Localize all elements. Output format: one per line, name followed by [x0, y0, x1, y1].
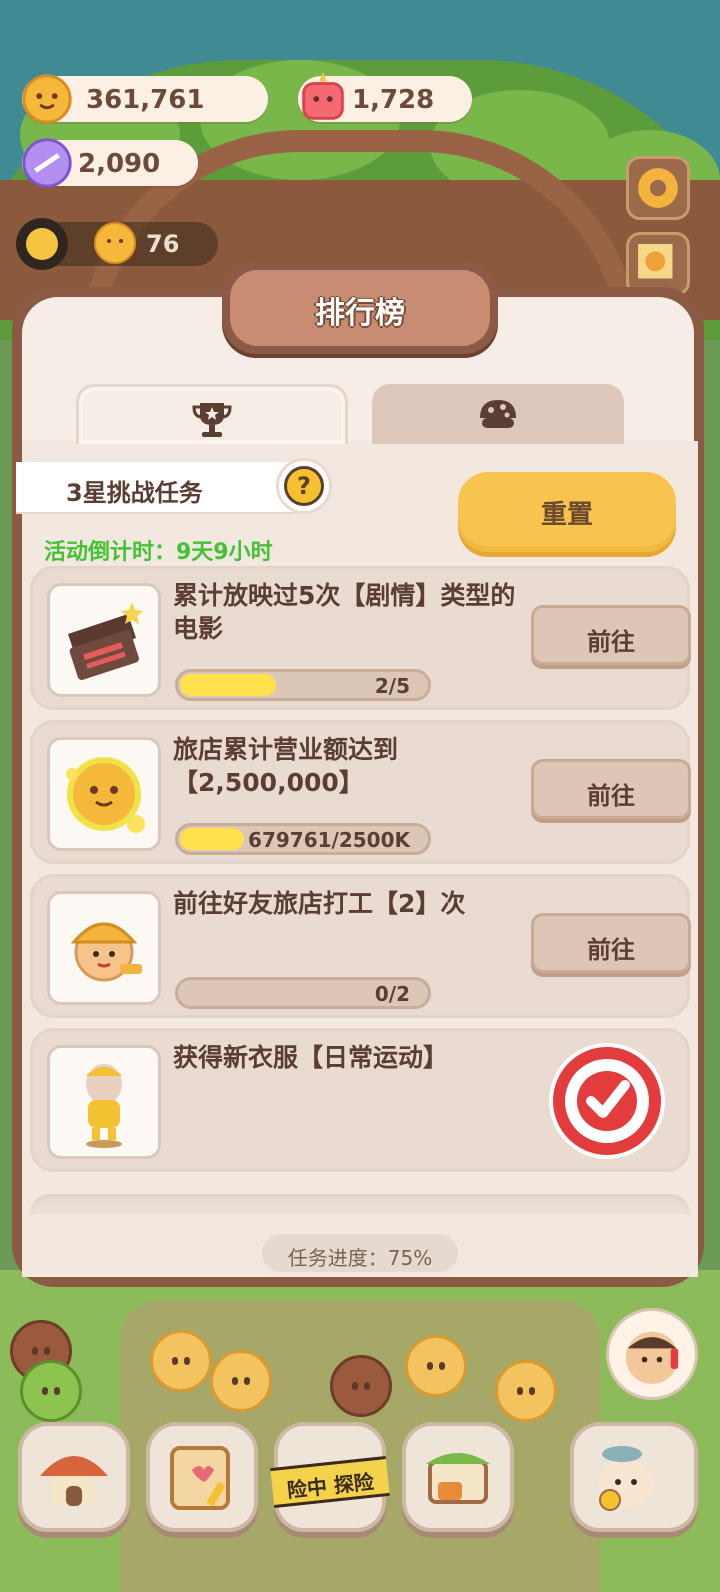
- cookie-icon: [480, 400, 516, 428]
- go-button[interactable]: 前往: [531, 605, 691, 665]
- cookie-character: [495, 1360, 557, 1422]
- stamp-icon: [638, 244, 673, 279]
- coin-icon: [66, 757, 145, 833]
- go-button[interactable]: 前往: [531, 913, 691, 973]
- task-card: 旅店累计营业额达到【2,500,000】 679761/2500K 前往: [30, 720, 691, 864]
- reset-button[interactable]: 重置: [458, 472, 676, 552]
- overall-progress: 任务进度：75%: [262, 1234, 458, 1272]
- task-progress-bar: 2/5: [175, 669, 431, 701]
- cookie-face-icon: [94, 222, 136, 264]
- task-description: 累计放映过5次【剧情】类型的电影: [173, 581, 516, 643]
- sun-icon: [16, 218, 68, 270]
- coin-counter[interactable]: 361,761: [22, 74, 268, 124]
- settings-button[interactable]: [626, 156, 690, 220]
- task-progress-bar: 679761/2500K: [175, 823, 431, 855]
- task-icon-box: [47, 891, 161, 1005]
- coin-value: 361,761: [86, 85, 205, 115]
- task-icon-box: [47, 737, 161, 851]
- notebook-icon: [170, 1446, 230, 1510]
- title-plate: 排行榜: [222, 262, 498, 354]
- outfit-icon: [86, 1064, 122, 1148]
- cookie-character: [150, 1330, 212, 1392]
- task-icon-box: [47, 583, 161, 697]
- task-set-title-text: 3星挑战任务: [66, 479, 203, 507]
- event-countdown: 活动倒计时：9天9小时: [44, 540, 273, 565]
- crystal-value: 2,090: [78, 149, 161, 179]
- gem-counter[interactable]: 1,728: [298, 71, 472, 122]
- cookie-character: [405, 1335, 467, 1397]
- crystal-counter[interactable]: 2,090: [22, 138, 198, 188]
- worker-icon: [70, 922, 142, 982]
- overall-progress-text: 任务进度：75%: [287, 1246, 433, 1270]
- progress-fill: [180, 674, 276, 696]
- task-card: 累计放映过5次【剧情】类型的电影 2/5 前往: [30, 566, 691, 710]
- tab-cookie[interactable]: [372, 384, 624, 444]
- go-button[interactable]: 前往: [531, 759, 691, 819]
- chat-bubble-button[interactable]: [606, 1308, 698, 1400]
- progress-fill: [180, 828, 244, 850]
- go-label: 前往: [587, 936, 635, 964]
- task-description: 旅店累计营业额达到【2,500,000】: [173, 735, 399, 797]
- level-value: 76: [146, 230, 180, 258]
- nav-notebook-button[interactable]: [146, 1422, 258, 1532]
- clapperboard-icon: [68, 602, 143, 680]
- progress-text: 0/2: [374, 982, 410, 1006]
- gear-icon: [638, 168, 678, 208]
- character-clock-icon: [598, 1446, 654, 1511]
- go-label: 前往: [587, 782, 635, 810]
- reset-label: 重置: [540, 500, 593, 530]
- crystal-icon: [22, 138, 72, 188]
- task-card: 前往好友旅店打工【2】次 0/2 前往: [30, 874, 691, 1018]
- mushroom-house-icon: [40, 1456, 108, 1506]
- progress-text: 2/5: [374, 674, 410, 698]
- task-description: 获得新衣服【日常运动】: [173, 1043, 449, 1072]
- modal-title: 排行榜: [315, 296, 405, 331]
- character-face-icon: [625, 1331, 679, 1384]
- cookie-character: [20, 1360, 82, 1422]
- gem-value: 1,728: [352, 85, 435, 115]
- nav-character-button[interactable]: [570, 1422, 698, 1532]
- nav-house-button[interactable]: [18, 1422, 130, 1532]
- tab-trophy[interactable]: [76, 384, 348, 444]
- candy-gem-icon: [302, 71, 344, 120]
- completed-stamp-icon: [549, 1043, 665, 1159]
- nav-shop-button[interactable]: [402, 1422, 514, 1532]
- cookie-character: [210, 1350, 272, 1412]
- task-description: 前往好友旅店打工【2】次: [173, 889, 466, 918]
- question-icon: ?: [284, 466, 324, 506]
- coin-icon: [22, 74, 72, 124]
- shop-icon: [426, 1453, 490, 1504]
- task-set-title: 3星挑战任务: [16, 462, 316, 512]
- cookie-character: [330, 1355, 392, 1417]
- task-card-completed: 获得新衣服【日常运动】: [30, 1028, 690, 1172]
- progress-text: 679761/2500K: [248, 828, 410, 852]
- task-icon-box: [47, 1045, 161, 1159]
- go-label: 前往: [587, 628, 635, 656]
- help-button[interactable]: ?: [276, 458, 332, 514]
- task-progress-bar: 0/2: [175, 977, 431, 1009]
- trophy-icon: [192, 403, 232, 437]
